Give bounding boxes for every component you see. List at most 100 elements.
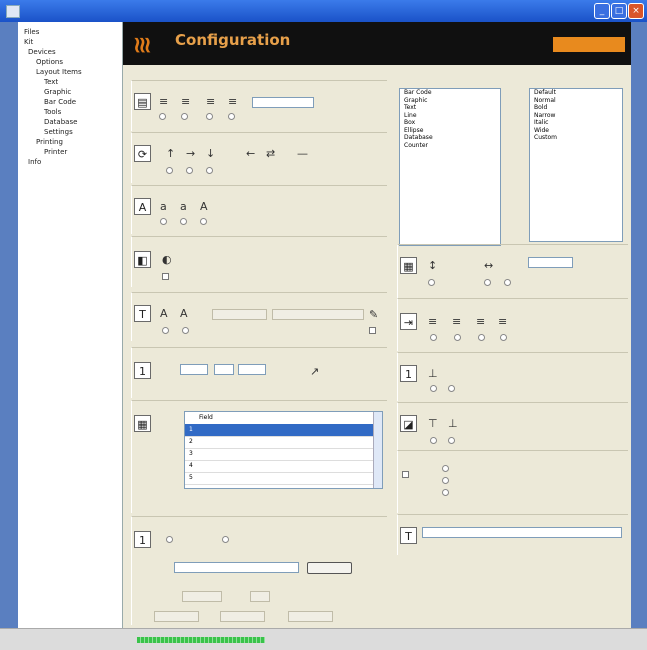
fields-table[interactable]: Field 1 2 3 4 5 <box>184 411 383 489</box>
rotation-radio[interactable] <box>186 167 193 174</box>
spacing-option-icon[interactable]: ≡ <box>498 316 507 327</box>
invert-checkbox[interactable] <box>162 273 169 280</box>
spacing-option-icon[interactable]: ≡ <box>452 316 461 327</box>
tree-item[interactable]: Devices <box>28 48 56 56</box>
font-checkbox[interactable] <box>369 327 376 334</box>
list-item[interactable]: Box <box>400 119 500 127</box>
offset-z-input[interactable] <box>238 364 266 375</box>
spacing-option-icon[interactable]: ≡ <box>476 316 485 327</box>
size-radio[interactable] <box>160 218 167 225</box>
table-row[interactable]: 5 <box>185 472 373 485</box>
position-radio[interactable] <box>428 279 435 286</box>
invert-option-icon[interactable]: ◐ <box>162 254 172 265</box>
tree-item[interactable]: Info <box>28 158 41 166</box>
start-input[interactable] <box>182 591 222 602</box>
list-item[interactable]: Default <box>530 89 622 97</box>
font-name-input[interactable] <box>212 309 267 320</box>
font-option-icon[interactable]: A <box>180 308 188 319</box>
tree-item[interactable]: Text <box>44 78 58 86</box>
size-radio[interactable] <box>180 218 187 225</box>
list-item[interactable]: Narrow <box>530 112 622 120</box>
list-item[interactable]: Bar Code <box>400 89 500 97</box>
rotation-radio[interactable] <box>206 167 213 174</box>
list-item[interactable]: Graphic <box>400 97 500 105</box>
alignment-radio[interactable] <box>228 113 235 120</box>
line-radio[interactable] <box>430 385 437 392</box>
list-item[interactable]: Wide <box>530 127 622 135</box>
alignment-radio[interactable] <box>181 113 188 120</box>
align-right-icon[interactable]: ≡ <box>206 96 215 107</box>
tree-item[interactable]: Settings <box>44 128 73 136</box>
list-item[interactable]: Database <box>400 134 500 142</box>
range-from-input[interactable] <box>154 611 199 622</box>
align-center-icon[interactable]: ≡ <box>181 96 190 107</box>
line-radio[interactable] <box>448 385 455 392</box>
rotation-radio[interactable] <box>166 167 173 174</box>
rotate-0-icon[interactable]: ↑ <box>166 148 175 159</box>
list-item[interactable]: Counter <box>400 142 500 150</box>
tree-item[interactable]: Bar Code <box>44 98 76 106</box>
tree-item[interactable]: Files <box>24 28 39 36</box>
position-select[interactable] <box>528 257 573 268</box>
spacing-option-icon[interactable]: ≡ <box>428 316 437 327</box>
tree-item[interactable]: Tools <box>44 108 61 116</box>
tree-item[interactable]: Printing <box>36 138 63 146</box>
position-radio[interactable] <box>484 279 491 286</box>
tree-item[interactable]: Printer <box>44 148 67 156</box>
tree-item[interactable]: Graphic <box>44 88 71 96</box>
tree-item[interactable]: Layout Items <box>36 68 82 76</box>
option-radio[interactable] <box>442 477 449 484</box>
alignment-radio[interactable] <box>206 113 213 120</box>
alignment-radio[interactable] <box>159 113 166 120</box>
offset-x-input[interactable] <box>180 364 208 375</box>
list-item[interactable]: Line <box>400 112 500 120</box>
fill-radio[interactable] <box>448 437 455 444</box>
data-source-select[interactable] <box>174 562 299 573</box>
font-radio[interactable] <box>182 327 189 334</box>
spacing-radio[interactable] <box>430 334 437 341</box>
alignment-input[interactable] <box>252 97 314 108</box>
fill-option-icon[interactable]: ⊥ <box>448 418 458 429</box>
text-value-input[interactable] <box>422 527 622 538</box>
range-to-input[interactable] <box>288 611 333 622</box>
spacing-radio[interactable] <box>500 334 507 341</box>
font-picker-icon[interactable]: ✎ <box>369 309 378 320</box>
position-option-icon[interactable]: ↔ <box>484 260 493 271</box>
list-item[interactable]: Text <box>400 104 500 112</box>
flip-icon[interactable]: — <box>297 148 308 159</box>
size-medium-icon[interactable]: a <box>180 201 187 212</box>
size-radio[interactable] <box>200 218 207 225</box>
font-size-input[interactable] <box>272 309 364 320</box>
size-small-icon[interactable]: a <box>160 201 167 212</box>
list-item[interactable]: Italic <box>530 119 622 127</box>
tree-item[interactable]: Kit <box>24 38 33 46</box>
table-scrollbar[interactable] <box>373 412 382 488</box>
spacing-radio[interactable] <box>454 334 461 341</box>
tree-item[interactable]: Options <box>36 58 63 66</box>
rotate-180-icon[interactable]: ↓ <box>206 148 215 159</box>
spacing-radio[interactable] <box>478 334 485 341</box>
data-source-radio[interactable] <box>222 536 229 543</box>
option-radio[interactable] <box>442 465 449 472</box>
rotate-90-icon[interactable]: → <box>186 148 195 159</box>
mirror-icon[interactable]: ⇄ <box>266 148 275 159</box>
fill-radio[interactable] <box>430 437 437 444</box>
line-option-icon[interactable]: ⊥ <box>428 368 438 379</box>
align-justify-icon[interactable]: ≡ <box>228 96 237 107</box>
step-input[interactable] <box>250 591 270 602</box>
rotate-270-icon[interactable]: ← <box>246 148 255 159</box>
options-checkbox[interactable] <box>402 471 409 478</box>
element-type-list[interactable]: Bar Code Graphic Text Line Box Ellipse D… <box>399 88 501 246</box>
navigation-tree[interactable]: Files Kit Devices Options Layout Items T… <box>18 22 123 628</box>
browse-button[interactable] <box>307 562 352 574</box>
list-item[interactable]: Normal <box>530 97 622 105</box>
list-item[interactable]: Bold <box>530 104 622 112</box>
range-mid-input[interactable] <box>220 611 265 622</box>
style-list[interactable]: Default Normal Bold Narrow Italic Wide C… <box>529 88 623 242</box>
font-radio[interactable] <box>162 327 169 334</box>
position-radio[interactable] <box>504 279 511 286</box>
offset-y-input[interactable] <box>214 364 234 375</box>
font-option-icon[interactable]: A <box>160 308 168 319</box>
option-radio[interactable] <box>442 489 449 496</box>
size-large-icon[interactable]: A <box>200 201 208 212</box>
